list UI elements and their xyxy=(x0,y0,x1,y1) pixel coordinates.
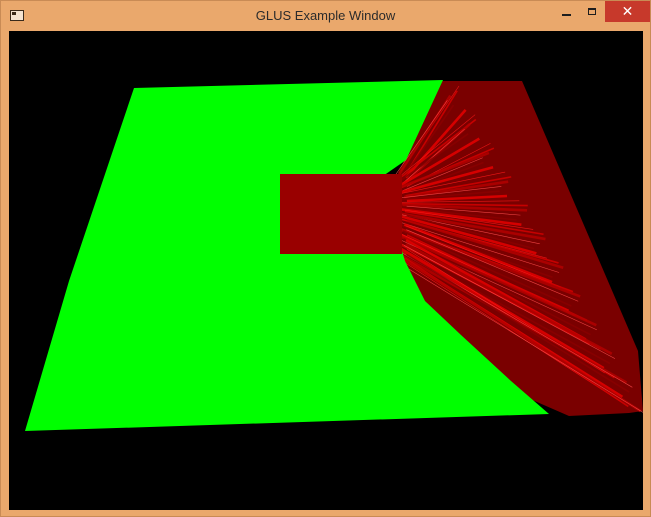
scene-canvas xyxy=(9,31,643,510)
minimize-button[interactable] xyxy=(553,1,579,22)
close-icon: ✕ xyxy=(621,3,634,19)
title-bar[interactable]: GLUS Example Window ✕ xyxy=(1,1,650,31)
close-button[interactable]: ✕ xyxy=(605,1,650,22)
minimize-icon xyxy=(561,13,571,16)
maximize-icon xyxy=(588,8,596,15)
red-block xyxy=(280,174,402,254)
app-window: GLUS Example Window ✕ xyxy=(0,0,651,517)
maximize-button[interactable] xyxy=(579,1,605,22)
render-viewport[interactable] xyxy=(9,31,643,510)
